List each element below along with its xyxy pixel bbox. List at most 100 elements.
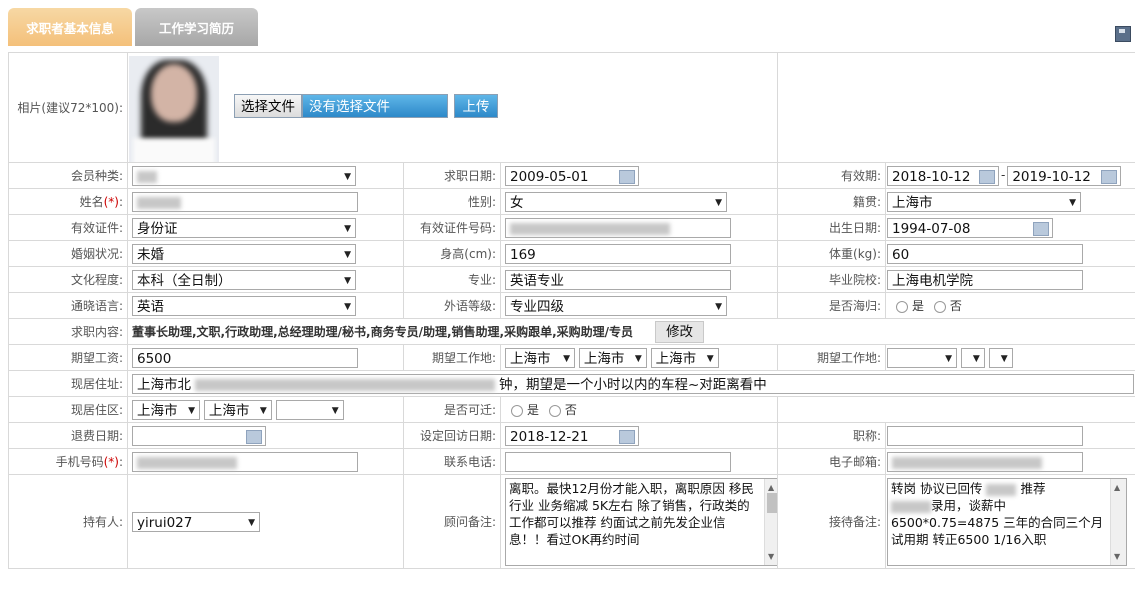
mobile-input[interactable] bbox=[132, 451, 358, 472]
relocate-yes-radio[interactable] bbox=[511, 404, 523, 417]
member-type-label: 会员种类: bbox=[8, 162, 128, 189]
tab-basic-info-label: 求职者基本信息 bbox=[26, 20, 114, 36]
photo-label: 相片(建议72*100): bbox=[8, 52, 128, 163]
tab-basic-info[interactable]: 求职者基本信息 bbox=[8, 8, 132, 46]
reception-note-textarea[interactable]: 转岗 协议已回传 推荐 录用，谈薪中 6500*0.75=4875 三年的合同三个… bbox=[887, 478, 1127, 566]
reception-note-label: 接待备注: bbox=[777, 474, 886, 569]
upload-button[interactable]: 上传 bbox=[454, 94, 498, 118]
tab-bar: 求职者基本信息 工作学习简历 bbox=[0, 0, 1135, 52]
relocate-no-label: 否 bbox=[564, 403, 577, 417]
title-label: 职称: bbox=[777, 422, 886, 449]
work-place-2-province-select[interactable] bbox=[887, 347, 957, 369]
name-input[interactable] bbox=[132, 191, 358, 212]
language-select[interactable]: 英语 bbox=[132, 295, 356, 317]
marital-select[interactable]: 未婚 bbox=[132, 243, 356, 265]
calendar-icon[interactable] bbox=[619, 169, 635, 184]
scrollbar[interactable] bbox=[764, 479, 777, 565]
advisor-note-label: 顾问备注: bbox=[403, 474, 501, 569]
gender-label: 性别: bbox=[403, 188, 501, 215]
weight-label: 体重(kg): bbox=[777, 240, 886, 267]
visit-date-input[interactable]: 2018-12-21 bbox=[505, 425, 639, 446]
district-area-select[interactable] bbox=[275, 399, 344, 421]
native-place-label: 籍贯: bbox=[777, 188, 886, 215]
work-place-district-select[interactable]: 上海市 bbox=[650, 347, 719, 369]
choose-file-button[interactable]: 选择文件 bbox=[234, 94, 302, 118]
tab-resume-label: 工作学习简历 bbox=[158, 20, 234, 36]
height-input[interactable]: 169 bbox=[505, 243, 731, 264]
photo-empty-cell bbox=[777, 52, 1135, 163]
member-type-select[interactable] bbox=[132, 165, 356, 187]
candidate-form: 相片(建议72*100): 选择文件没有选择文件上传 会员种类: 求职日期: 2… bbox=[8, 52, 1135, 569]
district-label: 现居住区: bbox=[8, 396, 128, 423]
calendar-icon[interactable] bbox=[619, 429, 635, 444]
valid-to-input[interactable]: 2019-10-12 bbox=[1007, 165, 1122, 186]
work-place-2-label: 期望工作地: bbox=[777, 344, 886, 371]
overseas-radio-group: 是 否 bbox=[885, 292, 1135, 319]
tab-work-study-resume[interactable]: 工作学习简历 bbox=[135, 8, 258, 46]
holder-label: 持有人: bbox=[8, 474, 128, 569]
job-date-input[interactable]: 2009-05-01 bbox=[505, 165, 639, 186]
work-place-label: 期望工作地: bbox=[403, 344, 501, 371]
mobile-label: 手机号码(*): bbox=[8, 448, 128, 475]
major-input[interactable]: 英语专业 bbox=[505, 269, 731, 290]
calendar-icon[interactable] bbox=[1033, 221, 1049, 236]
overseas-no-label: 否 bbox=[949, 299, 962, 313]
education-label: 文化程度: bbox=[8, 266, 128, 293]
relocate-radio-group: 是 否 bbox=[500, 396, 778, 423]
refund-date-input[interactable] bbox=[132, 425, 266, 446]
file-status-text: 没有选择文件 bbox=[302, 94, 448, 118]
native-place-select[interactable]: 上海市 bbox=[887, 191, 1081, 213]
salary-input[interactable]: 6500 bbox=[132, 347, 358, 368]
profile-photo bbox=[129, 56, 219, 162]
validity-separator: - bbox=[1001, 168, 1006, 182]
weight-input[interactable]: 60 bbox=[887, 243, 1083, 264]
visit-date-label: 设定回访日期: bbox=[403, 422, 501, 449]
advisor-note-textarea[interactable]: 离职。最快12月份才能入职，离职原因 移民行业 业务缩减 5K左右 除了销售，行… bbox=[505, 478, 777, 566]
relocate-yes-label: 是 bbox=[527, 403, 540, 417]
major-label: 专业: bbox=[403, 266, 501, 293]
district-province-select[interactable]: 上海市 bbox=[132, 399, 200, 421]
save-icon[interactable] bbox=[1115, 26, 1131, 42]
calendar-icon[interactable] bbox=[246, 429, 262, 444]
overseas-no-radio[interactable] bbox=[933, 300, 946, 313]
id-number-label: 有效证件号码: bbox=[403, 214, 501, 241]
work-place-2-city-select[interactable] bbox=[960, 347, 985, 369]
photo-cell: 选择文件 没有选择文件 上传 bbox=[127, 52, 778, 163]
birth-date-label: 出生日期: bbox=[777, 214, 886, 241]
id-type-label: 有效证件: bbox=[8, 214, 128, 241]
language-level-select[interactable]: 专业四级 bbox=[505, 295, 727, 317]
id-number-input[interactable] bbox=[505, 217, 731, 238]
holder-select[interactable]: yirui027 bbox=[132, 511, 260, 533]
work-place-2-district-select[interactable] bbox=[988, 347, 1013, 369]
education-select[interactable]: 本科（全日制） bbox=[132, 269, 356, 291]
relocate-no-radio[interactable] bbox=[548, 404, 561, 417]
birth-date-input[interactable]: 1994-07-08 bbox=[887, 217, 1053, 238]
scrollbar[interactable] bbox=[1110, 479, 1126, 565]
job-content-label: 求职内容: bbox=[8, 318, 128, 345]
height-label: 身高(cm): bbox=[403, 240, 501, 267]
phone-label: 联系电话: bbox=[403, 448, 501, 475]
work-place-city-select[interactable]: 上海市 bbox=[578, 347, 647, 369]
work-place-province-select[interactable]: 上海市 bbox=[505, 347, 575, 369]
district-city-select[interactable]: 上海市 bbox=[203, 399, 272, 421]
job-date-label: 求职日期: bbox=[403, 162, 501, 189]
modify-button[interactable]: 修改 bbox=[655, 320, 705, 343]
address-input[interactable]: 上海市北 钟，期望是一个小时以内的车程~对距离看中 bbox=[132, 373, 1134, 394]
title-input[interactable] bbox=[887, 425, 1083, 446]
valid-from-input[interactable]: 2018-10-12 bbox=[887, 165, 999, 186]
refund-date-label: 退费日期: bbox=[8, 422, 128, 449]
relocate-label: 是否可迁: bbox=[403, 396, 501, 423]
phone-input[interactable] bbox=[505, 451, 731, 472]
calendar-icon[interactable] bbox=[1101, 169, 1118, 184]
marital-label: 婚姻状况: bbox=[8, 240, 128, 267]
address-label: 现居住址: bbox=[8, 370, 128, 397]
email-label: 电子邮箱: bbox=[777, 448, 886, 475]
overseas-yes-radio[interactable] bbox=[896, 300, 908, 313]
name-label: 姓名(*): bbox=[8, 188, 128, 215]
id-type-select[interactable]: 身份证 bbox=[132, 217, 356, 239]
email-input[interactable] bbox=[887, 451, 1083, 472]
school-label: 毕业院校: bbox=[777, 266, 886, 293]
gender-select[interactable]: 女 bbox=[505, 191, 727, 213]
calendar-icon[interactable] bbox=[979, 169, 995, 184]
school-input[interactable]: 上海电机学院 bbox=[887, 269, 1083, 290]
